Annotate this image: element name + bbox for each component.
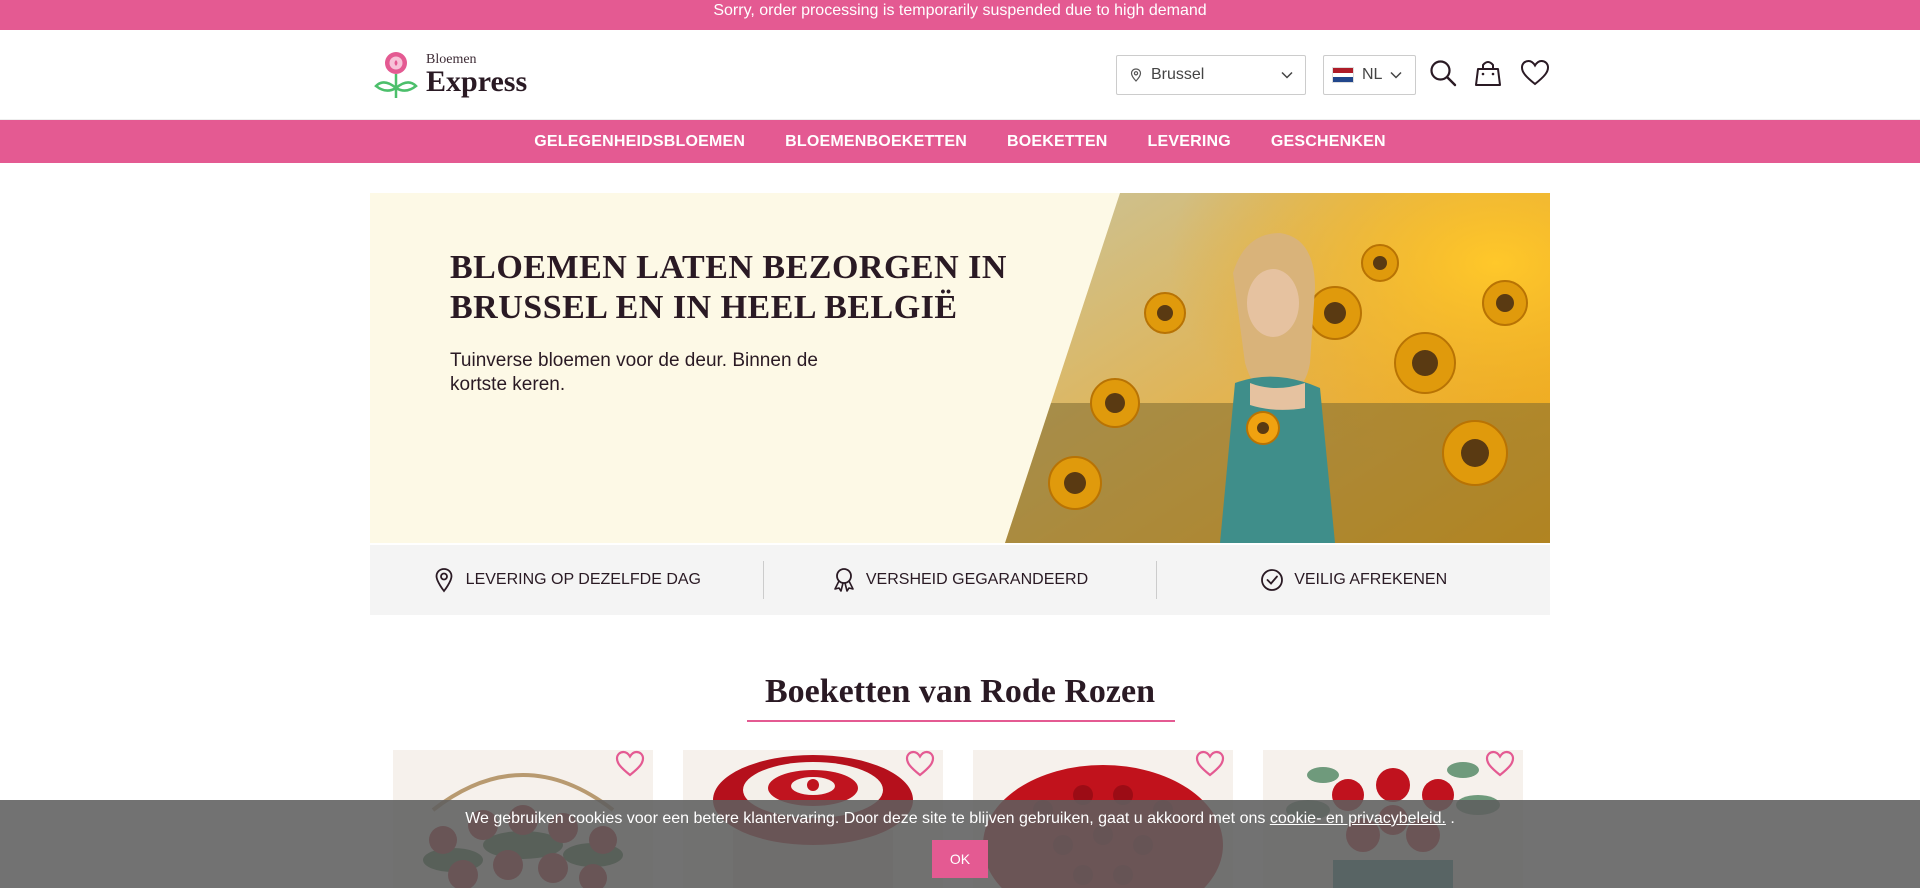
nav-item-geschenken[interactable]: GESCHENKEN <box>1271 133 1386 151</box>
logo-line-2: Express <box>426 65 528 98</box>
city-select-value: Brussel <box>1151 66 1205 83</box>
search-icon[interactable] <box>1428 58 1458 88</box>
nav-item-bloemenboeketten[interactable]: BLOEMENBOEKETTEN <box>785 133 967 151</box>
usp-label: VEILIG AFREKENEN <box>1294 571 1448 588</box>
netherlands-flag-icon <box>1332 67 1354 83</box>
usp-label: VERSHEID GEGARANDEERD <box>865 571 1089 588</box>
cookie-banner: We gebruiken cookies voor een betere kla… <box>0 800 1920 888</box>
location-pin-icon <box>435 568 453 593</box>
check-circle-icon <box>1261 569 1284 591</box>
hero-subtitle: Tuinverse bloemen voor de deur. Binnen d… <box>450 350 818 395</box>
section-title-underline <box>747 720 1175 722</box>
site-header: Bloemen Express Brussel NL <box>0 30 1920 120</box>
award-ribbon-icon <box>834 568 854 592</box>
shopping-bag-icon[interactable] <box>1473 58 1503 88</box>
cookie-policy-link[interactable]: cookie- en privacybeleid. <box>1270 810 1446 827</box>
section-title: Boeketten van Rode Rozen <box>764 673 1156 710</box>
wishlist-heart-icon[interactable] <box>905 750 935 778</box>
chevron-down-icon <box>1390 71 1402 79</box>
nav-item-boeketten[interactable]: BOEKETTEN <box>1007 133 1107 151</box>
language-select[interactable]: NL <box>1323 55 1416 95</box>
heart-icon[interactable] <box>1520 58 1550 88</box>
usp-item-secure-checkout: VEILIG AFREKENEN <box>1157 567 1550 593</box>
usp-bar: LEVERING OP DEZELFDE DAG VERSHEID GEGARA… <box>370 545 1550 615</box>
wishlist-heart-icon[interactable] <box>615 750 645 778</box>
nav-item-gelegenheidsbloemen[interactable]: GELEGENHEIDSBLOEMEN <box>534 133 745 151</box>
site-logo[interactable]: Bloemen Express <box>374 50 527 100</box>
cookie-text-end: . <box>1445 810 1455 827</box>
main-navigation: GELEGENHEIDSBLOEMEN BLOEMENBOEKETTEN BOE… <box>0 120 1920 163</box>
cookie-message: We gebruiken cookies voor een betere kla… <box>0 810 1920 828</box>
usp-label: LEVERING OP DEZELFDE DAG <box>465 571 701 588</box>
announcement-bar: Sorry, order processing is temporarily s… <box>0 0 1920 30</box>
language-select-value: NL <box>1362 66 1383 83</box>
cookie-accept-button[interactable]: OK <box>932 840 988 878</box>
city-select[interactable]: Brussel <box>1116 55 1306 95</box>
hero-photo-woman-sunflowers <box>1005 193 1550 543</box>
hero-title: BLOEMEN LATEN BEZORGEN IN BRUSSEL EN IN … <box>450 249 1007 326</box>
wishlist-heart-icon[interactable] <box>1485 750 1515 778</box>
nav-item-levering[interactable]: LEVERING <box>1148 133 1231 151</box>
chevron-down-icon <box>1281 71 1293 79</box>
rose-logo-icon <box>374 52 418 98</box>
location-pin-icon <box>1130 68 1142 82</box>
wishlist-heart-icon[interactable] <box>1195 750 1225 778</box>
usp-item-same-day: LEVERING OP DEZELFDE DAG <box>370 567 763 593</box>
cookie-text: We gebruiken cookies voor een betere kla… <box>465 810 1270 827</box>
usp-item-freshness: VERSHEID GEGARANDEERD <box>764 567 1157 593</box>
hero-banner: BLOEMEN LATEN BEZORGEN IN BRUSSEL EN IN … <box>370 193 1550 543</box>
announcement-text: Sorry, order processing is temporarily s… <box>713 2 1207 19</box>
